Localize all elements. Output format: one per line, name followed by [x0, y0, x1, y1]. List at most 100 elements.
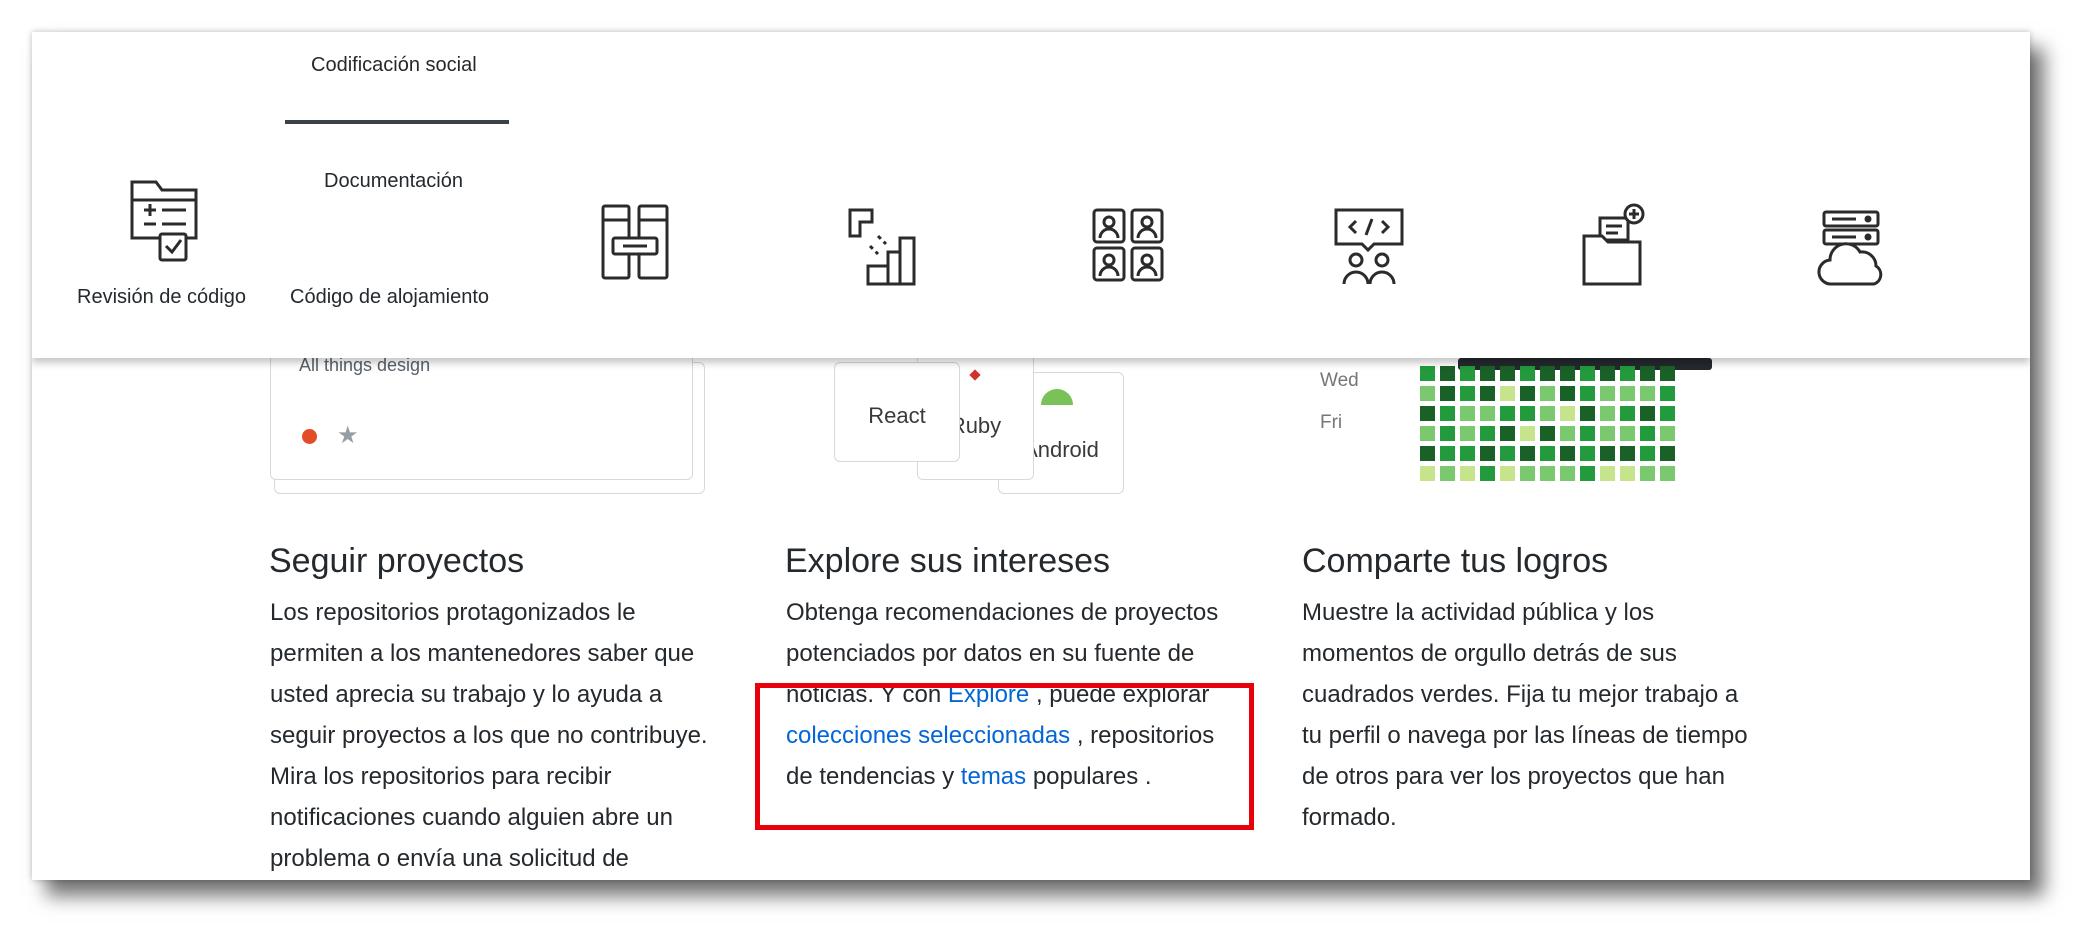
code-review-icon[interactable]: [126, 178, 202, 266]
annotation-highlight-box: [755, 683, 1254, 830]
contribution-cell[interactable]: [1420, 386, 1435, 401]
contribution-cell[interactable]: [1420, 366, 1435, 381]
contribution-cell[interactable]: [1600, 406, 1615, 421]
feature-body-follow: Los repositorios protagonizados le permi…: [270, 599, 708, 872]
contribution-cell[interactable]: [1600, 366, 1615, 381]
contribution-cell[interactable]: [1660, 366, 1675, 381]
contribution-cell[interactable]: [1580, 426, 1595, 441]
code-hosting-icon[interactable]: [1814, 208, 1888, 290]
contribution-cell[interactable]: [1660, 446, 1675, 461]
contribution-cell[interactable]: [1660, 466, 1675, 481]
contribution-cell[interactable]: [1580, 366, 1595, 381]
contribution-cell[interactable]: [1440, 366, 1455, 381]
contribution-cell[interactable]: [1500, 406, 1515, 421]
contribution-cell[interactable]: [1480, 386, 1495, 401]
contribution-cell[interactable]: [1640, 406, 1655, 421]
feature-title-follow: Seguir proyectos: [269, 542, 525, 580]
contribution-cell[interactable]: [1620, 406, 1635, 421]
active-tab-underline: [285, 120, 509, 124]
contribution-cell[interactable]: [1480, 406, 1495, 421]
contribution-cell[interactable]: [1540, 446, 1555, 461]
contribution-cell[interactable]: [1420, 406, 1435, 421]
contribution-cell[interactable]: [1480, 426, 1495, 441]
project-management-icon[interactable]: [844, 206, 920, 288]
nav-label-code-hosting[interactable]: Código de alojamiento: [290, 286, 489, 309]
contribution-cell[interactable]: [1560, 406, 1575, 421]
contribution-cell[interactable]: [1620, 466, 1635, 481]
contribution-cell[interactable]: [1600, 466, 1615, 481]
contribution-cell[interactable]: [1560, 466, 1575, 481]
star-icon[interactable]: ★: [337, 421, 359, 450]
contribution-cell[interactable]: [1640, 386, 1655, 401]
contribution-cell[interactable]: [1500, 446, 1515, 461]
contribution-cell[interactable]: [1540, 406, 1555, 421]
features-nav: Codificación social Documentación Revisi…: [32, 32, 2030, 358]
team-management-icon[interactable]: [1090, 206, 1166, 284]
feature-title-explore: Explore sus intereses: [785, 542, 1111, 580]
topic-card-react[interactable]: React: [834, 362, 960, 462]
contribution-cell[interactable]: [1540, 466, 1555, 481]
contribution-cell[interactable]: [1600, 426, 1615, 441]
contribution-cell[interactable]: [1560, 446, 1575, 461]
contribution-cell[interactable]: [1620, 366, 1635, 381]
contribution-cell[interactable]: [1440, 386, 1455, 401]
contribution-cell[interactable]: [1420, 466, 1435, 481]
contribution-cell[interactable]: [1520, 366, 1535, 381]
contribution-cell[interactable]: [1480, 466, 1495, 481]
card-caption: All things design: [299, 355, 431, 375]
contribution-cell[interactable]: [1460, 366, 1475, 381]
contribution-cell[interactable]: [1540, 386, 1555, 401]
contribution-cell[interactable]: [1580, 466, 1595, 481]
contribution-cell[interactable]: [1440, 466, 1455, 481]
contribution-cell[interactable]: [1560, 426, 1575, 441]
contribution-cell[interactable]: [1500, 466, 1515, 481]
social-coding-icon[interactable]: [1332, 206, 1406, 288]
contribution-cell[interactable]: [1460, 466, 1475, 481]
contribution-cell[interactable]: [1580, 386, 1595, 401]
contribution-cell[interactable]: [1460, 386, 1475, 401]
contribution-cell[interactable]: [1640, 466, 1655, 481]
contribution-cell[interactable]: [1460, 426, 1475, 441]
contribution-cell[interactable]: [1580, 446, 1595, 461]
contribution-cell[interactable]: [1420, 426, 1435, 441]
contribution-cell[interactable]: [1620, 426, 1635, 441]
android-logo-icon: [1037, 385, 1077, 410]
contribution-cell[interactable]: [1640, 366, 1655, 381]
contribution-cell[interactable]: [1540, 366, 1555, 381]
contribution-cell[interactable]: [1520, 446, 1535, 461]
tab-documentation[interactable]: Documentación: [324, 170, 463, 193]
contribution-cell[interactable]: [1420, 446, 1435, 461]
contribution-cell[interactable]: [1500, 386, 1515, 401]
contribution-cell[interactable]: [1640, 446, 1655, 461]
contribution-cell[interactable]: [1540, 426, 1555, 441]
contribution-cell[interactable]: [1500, 366, 1515, 381]
contribution-cell[interactable]: [1440, 406, 1455, 421]
contribution-cell[interactable]: [1580, 406, 1595, 421]
contribution-cell[interactable]: [1520, 426, 1535, 441]
contribution-cell[interactable]: [1600, 386, 1615, 401]
contribution-cell[interactable]: [1520, 406, 1535, 421]
contribution-cell[interactable]: [1660, 406, 1675, 421]
nav-label-code-review[interactable]: Revisión de código: [77, 286, 246, 309]
contribution-cell[interactable]: [1480, 366, 1495, 381]
integrations-icon[interactable]: [599, 202, 671, 282]
documentation-icon[interactable]: [1578, 202, 1648, 288]
contribution-cell[interactable]: [1660, 426, 1675, 441]
contribution-cell[interactable]: [1620, 386, 1635, 401]
contribution-cell[interactable]: [1520, 466, 1535, 481]
tab-social-coding[interactable]: Codificación social: [311, 54, 477, 77]
contribution-cell[interactable]: [1460, 406, 1475, 421]
contribution-cell[interactable]: [1640, 426, 1655, 441]
contribution-cell[interactable]: [1480, 446, 1495, 461]
contribution-cell[interactable]: [1560, 366, 1575, 381]
contribution-cell[interactable]: [1500, 426, 1515, 441]
contribution-cell[interactable]: [1620, 446, 1635, 461]
contribution-cell[interactable]: [1560, 386, 1575, 401]
contribution-cell[interactable]: [1460, 446, 1475, 461]
contribution-cell[interactable]: [1440, 446, 1455, 461]
contribution-cell[interactable]: [1440, 426, 1455, 441]
contribution-cell[interactable]: [1660, 386, 1675, 401]
contribution-cell[interactable]: [1520, 386, 1535, 401]
contribution-grid: [1420, 358, 1712, 481]
contribution-cell[interactable]: [1600, 446, 1615, 461]
